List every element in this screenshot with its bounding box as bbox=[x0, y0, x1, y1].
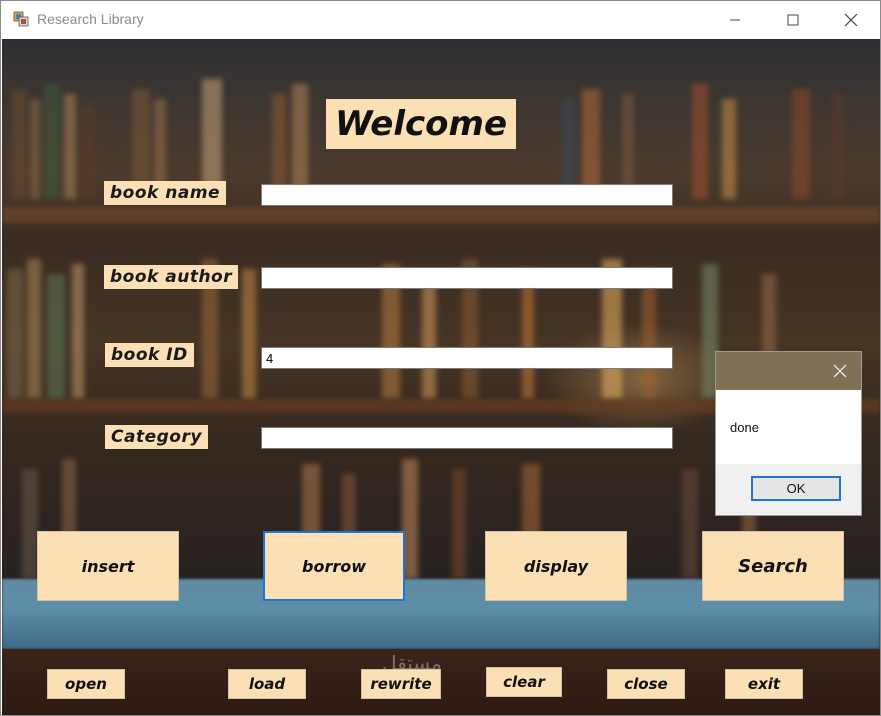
rewrite-button[interactable]: rewrite bbox=[361, 669, 441, 699]
load-button[interactable]: load bbox=[228, 669, 306, 699]
close-icon bbox=[833, 364, 847, 378]
category-label: Category bbox=[105, 425, 208, 449]
dialog-ok-button[interactable]: OK bbox=[751, 476, 841, 501]
close-icon bbox=[844, 13, 858, 27]
dialog-title-bar[interactable] bbox=[716, 352, 861, 390]
app-window: Research Library Welcome book name book … bbox=[0, 0, 881, 716]
message-dialog: done OK bbox=[715, 351, 862, 516]
maximize-button[interactable] bbox=[764, 1, 822, 39]
search-button[interactable]: Search bbox=[702, 531, 844, 601]
minimize-icon bbox=[730, 19, 740, 21]
book-id-input[interactable] bbox=[261, 347, 673, 369]
close-button[interactable] bbox=[822, 1, 880, 39]
title-bar[interactable]: Research Library bbox=[1, 1, 880, 39]
insert-button[interactable]: insert bbox=[37, 531, 179, 601]
open-button[interactable]: open bbox=[47, 669, 125, 699]
borrow-button[interactable]: borrow bbox=[263, 531, 405, 601]
app-icon bbox=[13, 11, 29, 27]
dialog-message: done bbox=[730, 420, 759, 435]
dialog-body: done bbox=[716, 390, 861, 464]
exit-button[interactable]: exit bbox=[725, 669, 803, 699]
book-author-input[interactable] bbox=[261, 267, 673, 289]
welcome-heading: Welcome bbox=[326, 99, 516, 149]
maximize-icon bbox=[787, 14, 799, 26]
window-title: Research Library bbox=[37, 11, 144, 27]
book-name-input[interactable] bbox=[261, 184, 673, 206]
minimize-button[interactable] bbox=[706, 1, 764, 39]
clear-button[interactable]: clear bbox=[486, 667, 562, 697]
display-button[interactable]: display bbox=[485, 531, 627, 601]
dialog-close-button[interactable] bbox=[825, 356, 855, 386]
book-id-label: book ID bbox=[105, 343, 194, 367]
book-name-label: book name bbox=[104, 181, 227, 205]
shelf-board bbox=[2, 207, 880, 223]
close-form-button[interactable]: close bbox=[607, 669, 685, 699]
category-input[interactable] bbox=[261, 427, 673, 449]
book-author-label: book author bbox=[104, 265, 239, 289]
